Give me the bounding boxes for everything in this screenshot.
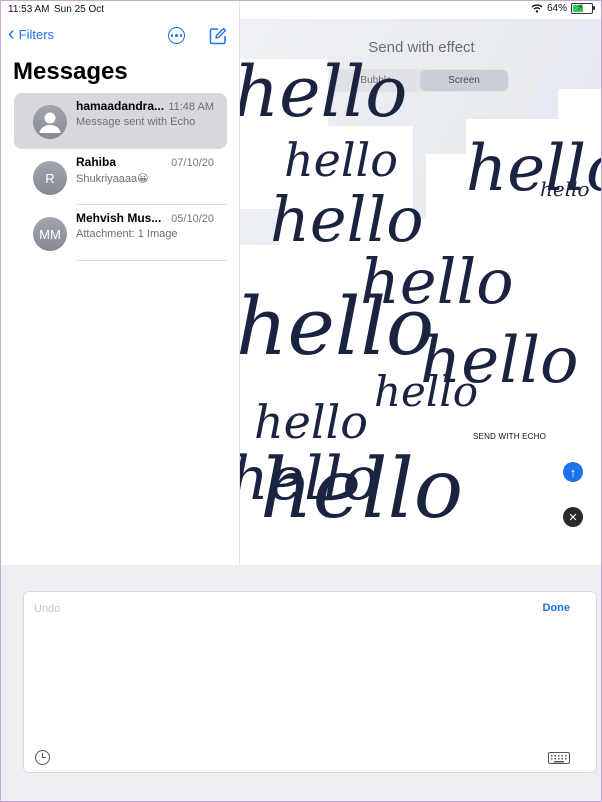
conversation-name: Rahiba [76,155,117,169]
conversation-preview: Attachment: 1 Image [76,228,178,240]
conversation-item-rahiba[interactable]: R Rahiba 07/10/20 Shukriyaaaa😀 [14,149,227,205]
echo-page [240,245,510,565]
echo-hello: hello [540,177,590,201]
cancel-effect-button[interactable]: ✕ [563,507,583,527]
battery-charging-icon: ⚡ [571,2,595,14]
person-placeholder-icon [39,112,61,133]
send-with-effect-panel: Send with effect Bubble Screen hello hel… [240,19,601,565]
echo-page [280,126,413,246]
conversation-name: Mehvish Mus... [76,211,162,225]
ellipsis-dot [175,34,178,37]
conversation-time: 07/10/20 [171,157,214,169]
status-date: Sun 25 Oct [54,4,105,15]
conversation-sidebar: ‹ Filters Messages hamaadandra... 11:48 … [1,1,240,565]
keyboard-icon[interactable] [548,752,570,764]
chevron-left-icon: ‹ [8,22,15,45]
close-icon: ✕ [568,511,578,524]
echo-hello: hello [240,280,435,373]
sidebar-nav-bar: ‹ Filters [1,22,239,47]
echo-hello: hello [374,367,479,416]
handwriting-panel[interactable]: Undo Done [23,591,597,773]
conversation-time: 11:48 AM [168,101,214,113]
ellipsis-dot [179,34,183,37]
status-time: 11:53 AM [8,4,50,15]
more-options-button[interactable] [168,27,185,44]
echo-page [466,119,601,259]
echo-effect-canvas: hello hello hello hello hello hello hell… [240,19,601,565]
effect-name-label: SEND WITH ECHO [473,432,547,441]
wifi-icon [531,4,543,13]
filters-label: Filters [18,27,55,42]
conversation-name: hamaadandra... [76,99,165,113]
echo-page [558,89,601,259]
clock-icon[interactable] [35,750,50,765]
echo-page [350,219,500,339]
effect-type-segmented-control: Bubble Screen [331,69,509,92]
arrow-up-icon: ↑ [569,464,577,480]
avatar: MM [33,217,67,251]
echo-hello: hello [360,245,514,318]
conversation-preview: Shukriyaaaa😀 [76,173,149,185]
tab-screen[interactable]: Screen [420,70,508,91]
echo-hello: hello [254,395,368,449]
battery-percent: 64% [546,3,567,14]
echo-hello: hello [240,51,408,133]
status-bar: 11:53 AM Sun 25 Oct 64% ⚡ [1,1,601,19]
echo-hello: hello [270,183,424,256]
echo-hello: hello [420,324,579,398]
status-right: 64% ⚡ [531,2,595,14]
ellipsis-circle-icon [170,34,174,37]
list-divider [76,260,227,261]
conversation-preview: Message sent with Echo [76,116,196,128]
echo-hello: hello [284,133,398,187]
conversation-item-mehvish[interactable]: MM Mehvish Mus... 05/10/20 Attachment: 1… [14,205,227,261]
done-button[interactable]: Done [543,602,571,614]
echo-page [240,59,328,209]
echo-page [426,154,601,565]
echo-hello: hello [240,444,379,514]
charging-bolt-icon: ⚡ [577,2,584,12]
conversation-time: 05/10/20 [171,213,214,225]
echo-hello: hello [466,132,601,206]
filters-back-button[interactable]: ‹ Filters [8,22,55,45]
handwriting-input-area: Undo Done [1,565,601,801]
avatar [33,105,67,139]
page-title: Messages [13,58,128,85]
effect-panel-title: Send with effect [368,39,475,56]
conversation-item-hamaadandra[interactable]: hamaadandra... 11:48 AM Message sent wit… [14,93,227,149]
undo-button[interactable]: Undo [34,603,60,615]
echo-hello: hello [260,442,464,537]
send-button[interactable]: ↑ [563,462,583,482]
tab-bubble[interactable]: Bubble [332,70,420,91]
avatar: R [33,161,67,195]
compose-icon[interactable] [209,27,227,45]
ipad-screen: ‹ Filters Messages hamaadandra... 11:48 … [0,0,602,802]
